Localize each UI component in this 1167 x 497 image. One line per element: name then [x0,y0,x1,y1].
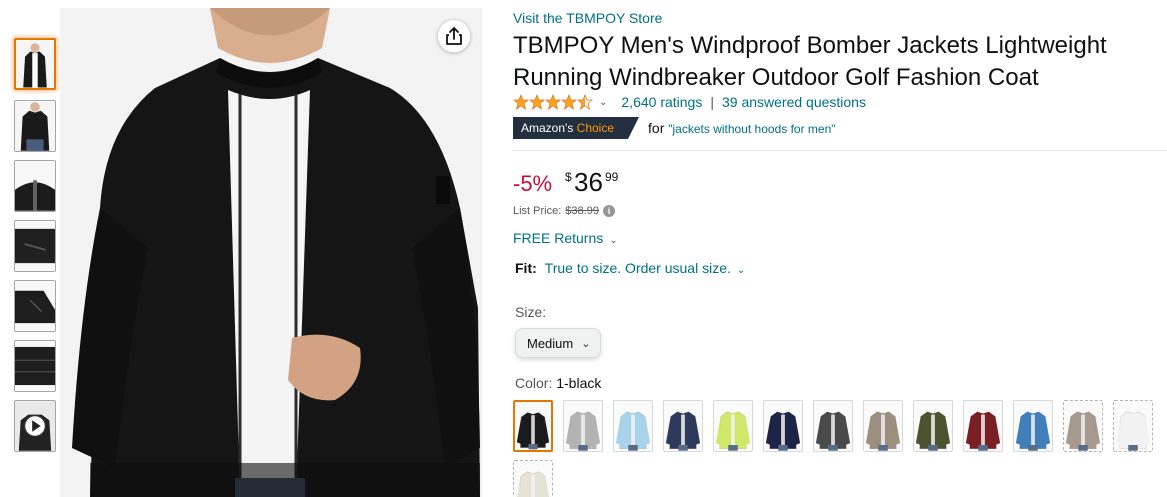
choice-badge-highlight: Choice [576,121,615,135]
price-whole: 36 [574,167,603,197]
thumbnail-sleeve-detail[interactable] [14,280,56,332]
color-swatch-lime[interactable] [713,400,753,452]
color-swatch-khaki[interactable] [863,400,903,452]
returns-chevron-down-icon: ⌄ [609,235,618,246]
main-product-image[interactable] [60,8,482,497]
amazons-choice-badge[interactable]: Amazon's Choice [513,117,640,139]
color-selected-value: 1-black [556,375,602,391]
divider [513,150,1167,151]
fit-value-link[interactable]: True to size. Order usual size. [545,260,731,276]
free-returns-label: FREE Returns [513,230,604,246]
color-swatches [513,400,1167,497]
thumbnail-pocket-detail[interactable] [14,220,56,272]
thumbnail-front-view-alt[interactable] [14,100,56,152]
color-swatch-blue[interactable] [1013,400,1053,452]
share-button[interactable] [437,19,471,53]
discount-percent: -5% [513,171,553,196]
star-rating[interactable] [513,94,593,110]
thumbnail-video[interactable] [14,400,56,452]
list-price: List Price: $38.99 i [513,205,615,217]
choice-query-link[interactable]: "jackets without hoods for men" [668,122,835,136]
stars-icon [513,94,593,110]
fit-row: Fit: True to size. Order usual size. ⌄ [515,260,759,276]
store-link[interactable]: Visit the TBMPOY Store [513,10,662,26]
color-swatch-taupe[interactable] [1063,400,1103,452]
color-swatch-navy[interactable] [763,400,803,452]
choice-for-label: for [648,120,665,136]
color-label: Color: 1-black [515,375,601,391]
amazons-choice-row: Amazon's Choice for "jackets without hoo… [513,117,836,139]
color-swatch-light-blue[interactable] [613,400,653,452]
info-icon[interactable]: i [602,205,615,217]
color-swatch-light-gray[interactable] [563,400,603,452]
rating-row: ⌄ 2,640 ratings | 39 answered questions [513,93,866,111]
list-price-label: List Price: [513,205,562,217]
ratings-count-link[interactable]: 2,640 ratings [621,94,702,110]
size-selected-value: Medium [527,335,574,351]
color-swatch-floral-navy[interactable] [663,400,703,452]
thumbnail-front-view[interactable] [14,38,56,90]
rating-chevron-down-icon[interactable]: ⌄ [599,97,607,108]
color-swatch-army-green[interactable] [913,400,953,452]
thumbnail-collar-detail[interactable] [14,160,56,212]
fit-label: Fit: [515,260,537,276]
size-label: Size: [515,304,547,320]
color-swatch-cream[interactable] [513,460,553,497]
color-label-text: Color: [515,375,557,391]
product-title: TBMPOY Men's Windproof Bomber Jackets Li… [513,32,1107,91]
thumbnail-hem-detail[interactable] [14,340,56,392]
list-price-value: $38.99 [565,205,599,217]
color-swatch-white[interactable] [1113,400,1153,452]
choice-badge-prefix: Amazon's [521,121,577,135]
size-chevron-down-icon: ⌄ [581,337,591,350]
color-swatch-black[interactable] [513,400,553,452]
fit-chevron-down-icon[interactable]: ⌄ [737,265,745,276]
free-returns-link[interactable]: FREE Returns ⌄ [513,230,632,246]
color-swatch-burgundy[interactable] [963,400,1003,452]
size-dropdown[interactable]: Medium ⌄ [515,328,601,358]
share-icon [446,27,462,45]
color-swatch-dark-gray[interactable] [813,400,853,452]
separator: | [710,94,714,110]
choice-for-text: for "jackets without hoods for men" [648,120,836,136]
answered-questions-link[interactable]: 39 answered questions [722,94,866,110]
price-fraction: 99 [605,170,619,184]
price-currency-symbol: $ [565,170,572,184]
